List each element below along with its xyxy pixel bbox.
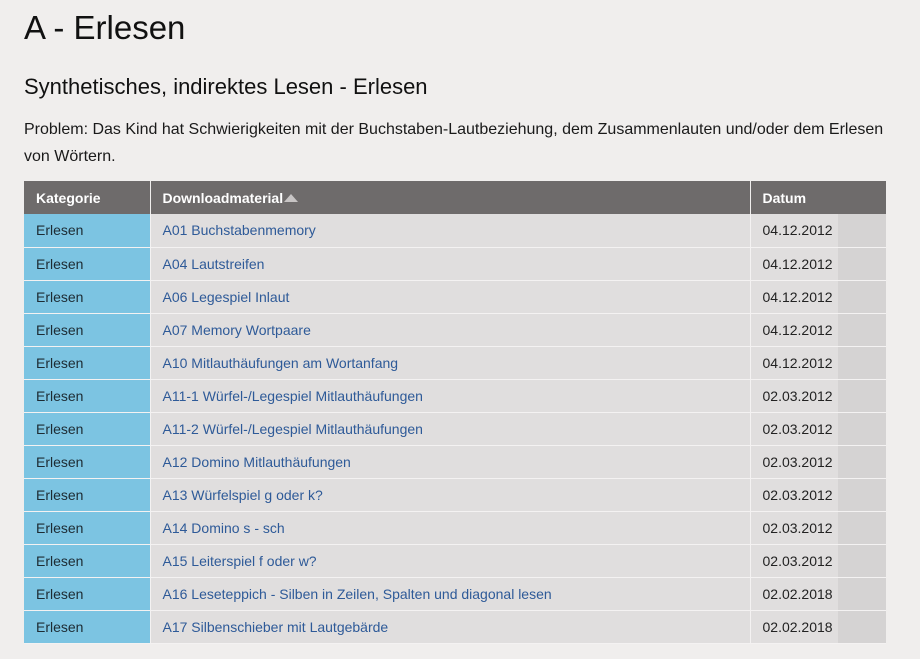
table-row: Erlesen A14 Domino s - sch 02.03.2012 — [24, 511, 886, 545]
download-link[interactable]: A11-2 Würfel-/Legespiel Mitlauthäufungen — [163, 421, 423, 437]
date-value: 02.02.2018 — [762, 618, 833, 635]
cell-downloadmaterial: A10 Mitlauthäufungen am Wortanfang — [150, 346, 751, 380]
table-row: Erlesen A13 Würfelspiel g oder k? 02.03.20… — [24, 478, 886, 512]
date-value: 04.12.2012 — [762, 255, 833, 272]
page-title: A - Erlesen — [24, 9, 186, 46]
cell-kategorie: Erlesen — [24, 214, 151, 248]
date-value: 02.03.2012 — [762, 552, 833, 569]
cell-datum: 04.12.2012 — [750, 346, 886, 380]
cell-downloadmaterial: A14 Domino s - sch — [150, 511, 751, 545]
cell-datum: 02.03.2012 — [750, 412, 886, 446]
column-header-label: Kategorie — [36, 189, 101, 206]
date-value: 04.12.2012 — [762, 222, 833, 239]
cell-datum: 02.02.2018 — [750, 610, 886, 644]
cell-downloadmaterial: A06 Legespiel Inlaut — [150, 280, 751, 314]
cell-downloadmaterial: A11-2 Würfel-/Legespiel Mitlauthäufungen — [150, 412, 751, 446]
table-row: Erlesen A11-1 Würfel-/Legespiel Mitlauthä… — [24, 379, 886, 413]
download-link[interactable]: A13 Würfelspiel g oder k? — [163, 487, 323, 503]
column-header-label: Downloadmaterial — [162, 189, 284, 206]
download-link[interactable]: A15 Leiterspiel f oder w? — [163, 553, 317, 569]
table-row: Erlesen A06 Legespiel Inlaut 04.12.2012 — [24, 280, 886, 314]
table-row: Erlesen A07 Memory Wortpaare 04.12.2012 — [24, 313, 886, 347]
table-row: Erlesen A11-2 Würfel-/Legespiel Mitlauthä… — [24, 412, 886, 446]
cell-kategorie: Erlesen — [24, 247, 151, 281]
sort-ascending-icon — [284, 193, 299, 202]
table-row: Erlesen A15 Leiterspiel f oder w? 02.03.20… — [24, 544, 886, 578]
table-row: Erlesen A17 Silbenschieber mit Lautgebärd… — [24, 610, 886, 644]
cell-downloadmaterial: A01 Buchstabenmemory — [150, 214, 751, 248]
cell-datum: 02.03.2012 — [750, 445, 886, 479]
cell-datum: 04.12.2012 — [750, 214, 886, 248]
cell-kategorie: Erlesen — [24, 313, 151, 347]
cell-downloadmaterial: A11-1 Würfel-/Legespiel Mitlauthäufungen — [150, 379, 751, 413]
page: A - Erlesen Synthetisches, indirektes Le… — [0, 0, 920, 659]
cell-kategorie: Erlesen — [24, 280, 151, 314]
date-value: 02.03.2012 — [762, 519, 833, 536]
download-link[interactable]: A11-1 Würfel-/Legespiel Mitlauthäufungen — [163, 388, 423, 404]
cell-datum: 04.12.2012 — [750, 313, 886, 347]
cell-kategorie: Erlesen — [24, 577, 151, 611]
cell-downloadmaterial: A04 Lautstreifen — [150, 247, 751, 281]
cell-downloadmaterial: A16 Leseteppich - Silben in Zeilen, Spal… — [150, 577, 751, 611]
cell-kategorie: Erlesen — [24, 610, 151, 644]
cell-datum: 02.03.2012 — [750, 379, 886, 413]
cell-datum: 02.02.2018 — [750, 577, 886, 611]
cell-kategorie: Erlesen — [24, 412, 151, 446]
download-table: Kategorie Downloadmaterial Datum Erlesen… — [24, 181, 886, 644]
cell-downloadmaterial: A17 Silbenschieber mit Lautgebärde — [150, 610, 751, 644]
download-link[interactable]: A16 Leseteppich - Silben in Zeilen, Spal… — [163, 586, 552, 602]
cell-kategorie: Erlesen — [24, 544, 151, 578]
cell-downloadmaterial: A07 Memory Wortpaare — [150, 313, 751, 347]
download-link[interactable]: A10 Mitlauthäufungen am Wortanfang — [163, 355, 399, 371]
cell-datum: 02.03.2012 — [750, 544, 886, 578]
date-value: 02.03.2012 — [762, 420, 833, 437]
page-subtitle: Synthetisches, indirektes Lesen - Erlese… — [24, 74, 428, 99]
table-body: Erlesen A01 Buchstabenmemory 04.12.2012 Erl… — [24, 214, 886, 644]
table-row: Erlesen A01 Buchstabenmemory 04.12.2012 — [24, 214, 886, 248]
table-row: Erlesen A16 Leseteppich - Silben in Zeile… — [24, 577, 886, 611]
table-header-row: Kategorie Downloadmaterial Datum — [24, 181, 886, 214]
cell-kategorie: Erlesen — [24, 478, 151, 512]
column-header-label: Datum — [762, 189, 807, 206]
table-row: Erlesen A10 Mitlauthäufungen am Wortanfan… — [24, 346, 886, 380]
column-header-downloadmaterial[interactable]: Downloadmaterial — [150, 181, 751, 214]
problem-description: Problem: Das Kind hat Schwierigkeiten mi… — [24, 121, 884, 165]
date-value: 02.02.2018 — [762, 585, 833, 602]
download-link[interactable]: A12 Domino Mitlauthäufungen — [163, 454, 351, 470]
cell-datum: 04.12.2012 — [750, 247, 886, 281]
date-value: 04.12.2012 — [762, 288, 833, 305]
date-value: 02.03.2012 — [762, 486, 833, 503]
cell-downloadmaterial: A12 Domino Mitlauthäufungen — [150, 445, 751, 479]
download-link[interactable]: A06 Legespiel Inlaut — [163, 289, 290, 305]
cell-kategorie: Erlesen — [24, 346, 151, 380]
date-value: 04.12.2012 — [762, 321, 833, 338]
table-header: Kategorie Downloadmaterial Datum — [24, 181, 886, 214]
date-value: 04.12.2012 — [762, 354, 833, 371]
download-link[interactable]: A01 Buchstabenmemory — [163, 222, 316, 238]
cell-downloadmaterial: A13 Würfelspiel g oder k? — [150, 478, 751, 512]
column-header-datum[interactable]: Datum — [750, 181, 886, 214]
download-link[interactable]: A07 Memory Wortpaare — [163, 322, 311, 338]
cell-datum: 02.03.2012 — [750, 511, 886, 545]
cell-datum: 02.03.2012 — [750, 478, 886, 512]
cell-downloadmaterial: A15 Leiterspiel f oder w? — [150, 544, 751, 578]
date-value: 02.03.2012 — [762, 387, 833, 404]
download-link[interactable]: A04 Lautstreifen — [163, 256, 265, 272]
cell-kategorie: Erlesen — [24, 511, 151, 545]
column-header-kategorie[interactable]: Kategorie — [24, 181, 151, 214]
download-link[interactable]: A14 Domino s - sch — [163, 520, 285, 536]
table-row: Erlesen A04 Lautstreifen 04.12.2012 — [24, 247, 886, 281]
cell-kategorie: Erlesen — [24, 379, 151, 413]
cell-kategorie: Erlesen — [24, 445, 151, 479]
date-value: 02.03.2012 — [762, 453, 833, 470]
table-row: Erlesen A12 Domino Mitlauthäufungen 02.03.… — [24, 445, 886, 479]
download-link[interactable]: A17 Silbenschieber mit Lautgebärde — [163, 619, 389, 635]
cell-datum: 04.12.2012 — [750, 280, 886, 314]
